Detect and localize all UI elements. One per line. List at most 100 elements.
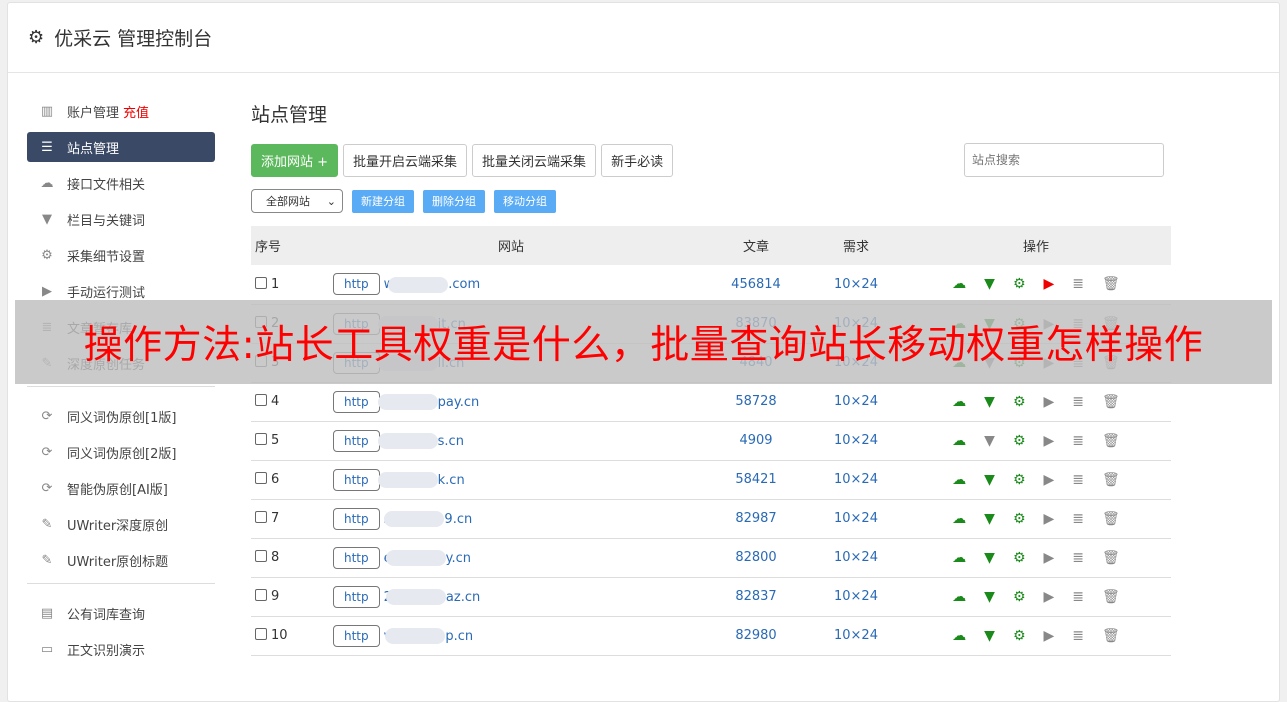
filter-icon[interactable]: ▼ <box>984 511 995 527</box>
play-icon[interactable]: ▶ <box>1044 472 1055 488</box>
cloud-upload-icon[interactable]: ☁ <box>952 472 966 488</box>
sidebar-item[interactable]: ▭ 正文识别演示 <box>27 634 215 664</box>
article-count[interactable]: 82987 <box>701 499 811 539</box>
database-icon[interactable]: ≣ <box>1072 433 1084 449</box>
cloud-upload-icon[interactable]: ☁ <box>952 589 966 605</box>
add-site-button[interactable]: 添加网站 + <box>251 143 339 177</box>
need-value[interactable]: 10×24 <box>811 538 901 578</box>
row-checkbox[interactable] <box>255 511 267 523</box>
move-group-button[interactable]: 移动分组 <box>494 189 556 213</box>
gears-icon[interactable]: ⚙ <box>1013 472 1026 488</box>
play-icon[interactable]: ▶ <box>1044 550 1055 566</box>
row-checkbox[interactable] <box>255 394 267 406</box>
cloud-upload-icon[interactable]: ☁ <box>952 394 966 410</box>
protocol-badge[interactable]: http <box>333 390 380 413</box>
play-icon[interactable]: ▶ <box>1044 433 1055 449</box>
filter-icon[interactable]: ▼ <box>984 472 995 488</box>
database-icon[interactable]: ≣ <box>1072 550 1084 566</box>
row-checkbox[interactable] <box>255 276 267 289</box>
article-count[interactable]: 4909 <box>701 421 811 461</box>
article-count[interactable]: 58421 <box>701 460 811 500</box>
cloud-upload-icon[interactable]: ☁ <box>952 628 966 644</box>
filter-icon[interactable]: ▼ <box>984 550 995 566</box>
sidebar-item[interactable]: ✎ UWriter原创标题 <box>27 545 215 575</box>
protocol-badge[interactable]: http <box>333 273 380 296</box>
sidebar-item[interactable]: ⟳ 智能伪原创[AI版] <box>27 473 215 503</box>
need-value[interactable]: 10×24 <box>811 265 901 305</box>
cloud-upload-icon[interactable]: ☁ <box>952 550 966 566</box>
play-icon[interactable]: ▶ <box>1044 628 1055 644</box>
group-select[interactable]: 全部网站 ⌄ <box>251 189 343 213</box>
gears-icon[interactable]: ⚙ <box>1013 589 1026 605</box>
site-url[interactable]: az.cn <box>446 590 480 605</box>
need-value[interactable]: 10×24 <box>811 460 901 500</box>
filter-icon[interactable]: ▼ <box>984 628 995 644</box>
site-url[interactable]: s.cn <box>438 434 464 449</box>
article-count[interactable]: 58728 <box>701 382 811 422</box>
filter-icon[interactable]: ▼ <box>984 276 995 292</box>
site-search-input[interactable] <box>964 143 1164 177</box>
recharge-link[interactable]: 充值 <box>123 102 149 121</box>
database-icon[interactable]: ≣ <box>1072 276 1084 292</box>
row-checkbox[interactable] <box>255 433 267 445</box>
trash-icon[interactable]: 🗑 <box>1102 433 1120 449</box>
trash-icon[interactable]: 🗑 <box>1102 628 1120 644</box>
sidebar-item[interactable]: ⚙ 采集细节设置 <box>27 240 215 270</box>
gears-icon[interactable]: ⚙ <box>1013 550 1026 566</box>
sidebar-item[interactable]: ▥ 账户管理 充值 <box>27 96 215 126</box>
article-count[interactable]: 82980 <box>701 616 811 656</box>
row-checkbox[interactable] <box>255 472 267 484</box>
filter-icon[interactable]: ▼ <box>984 394 995 410</box>
trash-icon[interactable]: 🗑 <box>1102 589 1120 605</box>
row-checkbox[interactable] <box>255 550 267 562</box>
sidebar-item[interactable]: ☰ 站点管理 <box>27 132 215 162</box>
gears-icon[interactable]: ⚙ <box>1013 394 1026 410</box>
play-icon[interactable]: ▶ <box>1044 589 1055 605</box>
beginner-guide-button[interactable]: 新手必读 <box>601 143 674 177</box>
article-count[interactable]: 456814 <box>701 265 811 305</box>
play-icon[interactable]: ▶ <box>1044 276 1055 292</box>
site-url[interactable]: pay.cn <box>438 395 480 410</box>
trash-icon[interactable]: 🗑 <box>1102 472 1120 488</box>
delete-group-button[interactable]: 删除分组 <box>423 189 485 213</box>
need-value[interactable]: 10×24 <box>811 577 901 617</box>
protocol-badge[interactable]: http <box>333 507 380 530</box>
trash-icon[interactable]: 🗑 <box>1102 550 1120 566</box>
protocol-badge[interactable]: http <box>333 429 380 452</box>
need-value[interactable]: 10×24 <box>811 499 901 539</box>
protocol-badge[interactable]: http <box>333 546 380 569</box>
gears-icon[interactable]: ⚙ <box>1013 628 1026 644</box>
site-url[interactable]: y.cn <box>446 551 471 566</box>
article-count[interactable]: 82837 <box>701 577 811 617</box>
new-group-button[interactable]: 新建分组 <box>352 189 414 213</box>
database-icon[interactable]: ≣ <box>1072 511 1084 527</box>
row-checkbox[interactable] <box>255 628 267 640</box>
article-count[interactable]: 82800 <box>701 538 811 578</box>
sidebar-item[interactable]: ▼ 栏目与关键词 <box>27 204 215 234</box>
sidebar-item[interactable]: ✎ UWriter深度原创 <box>27 509 215 539</box>
batch-disable-cloud-button[interactable]: 批量关闭云端采集 <box>472 143 597 177</box>
site-url[interactable]: .com <box>448 277 480 292</box>
filter-icon[interactable]: ▼ <box>984 589 995 605</box>
trash-icon[interactable]: 🗑 <box>1102 511 1120 527</box>
database-icon[interactable]: ≣ <box>1072 472 1084 488</box>
sidebar-item[interactable]: ☁ 接口文件相关 <box>27 168 215 198</box>
gears-icon[interactable]: ⚙ <box>1013 511 1026 527</box>
sidebar-item[interactable]: ▤ 公有词库查询 <box>27 598 215 628</box>
trash-icon[interactable]: 🗑 <box>1102 276 1120 292</box>
database-icon[interactable]: ≣ <box>1072 589 1084 605</box>
cloud-upload-icon[interactable]: ☁ <box>952 433 966 449</box>
protocol-badge[interactable]: http <box>333 624 380 647</box>
need-value[interactable]: 10×24 <box>811 616 901 656</box>
gears-icon[interactable]: ⚙ <box>1013 276 1026 292</box>
need-value[interactable]: 10×24 <box>811 382 901 422</box>
database-icon[interactable]: ≣ <box>1072 394 1084 410</box>
play-icon[interactable]: ▶ <box>1044 511 1055 527</box>
site-url[interactable]: p.cn <box>445 629 473 644</box>
sidebar-item[interactable]: ⟳ 同义词伪原创[1版] <box>27 401 215 431</box>
sidebar-item[interactable]: ⟳ 同义词伪原创[2版] <box>27 437 215 467</box>
protocol-badge[interactable]: http <box>333 585 380 608</box>
cloud-upload-icon[interactable]: ☁ <box>952 511 966 527</box>
cloud-upload-icon[interactable]: ☁ <box>952 276 966 292</box>
row-checkbox[interactable] <box>255 589 267 601</box>
